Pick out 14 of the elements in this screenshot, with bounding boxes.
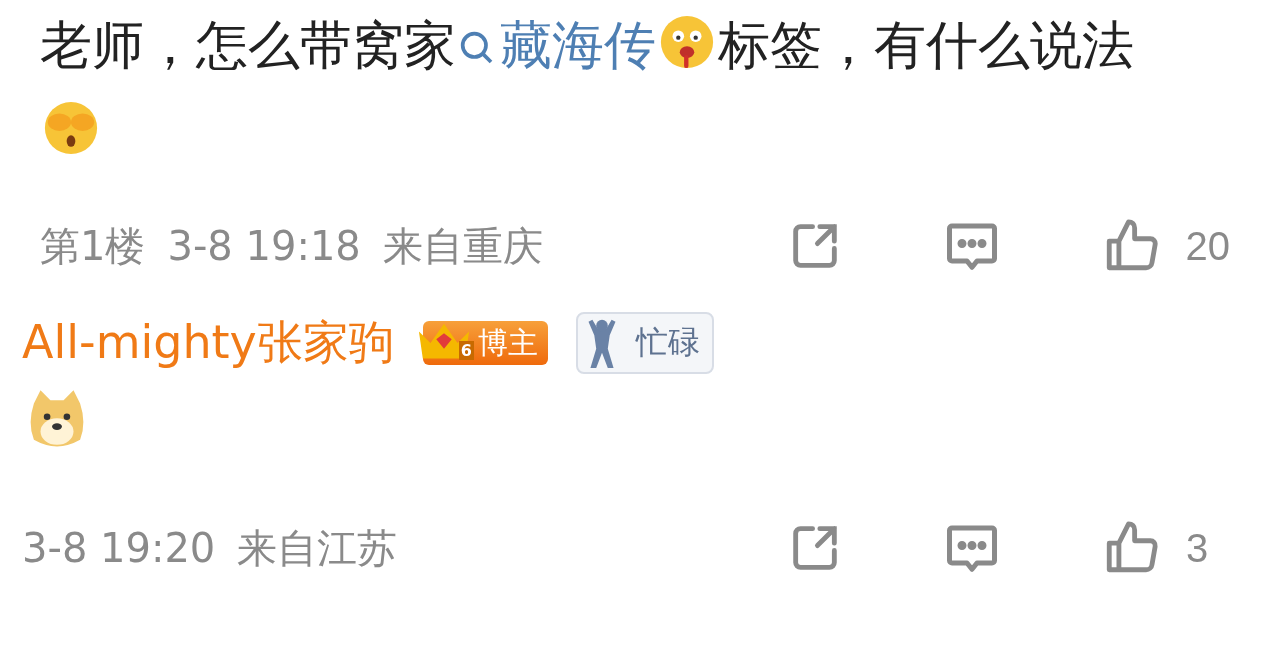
comment-location: 来自重庆 bbox=[382, 221, 543, 271]
floor-number: 第1楼 bbox=[40, 221, 146, 271]
like-button[interactable]: 20 bbox=[1101, 217, 1230, 275]
topic-link[interactable]: 藏海传 bbox=[456, 15, 656, 75]
comment-time: 3-8 19:20 bbox=[22, 525, 216, 571]
comment-location: 来自江苏 bbox=[237, 523, 398, 573]
drooling-face-icon bbox=[658, 13, 716, 71]
blogger-badge: 6 博主 bbox=[422, 321, 548, 365]
like-button[interactable]: 3 bbox=[1102, 519, 1230, 577]
user-name[interactable]: All-mighty张家驹 bbox=[22, 312, 395, 374]
status-badge: 忙碌 bbox=[576, 312, 714, 374]
comment-text: 老师，怎么带窝家 藏海传 标签，有什么说法 bbox=[0, 0, 1150, 174]
comment-time: 3-8 19:18 bbox=[167, 223, 361, 269]
covering-eyes-face-icon bbox=[42, 99, 100, 157]
